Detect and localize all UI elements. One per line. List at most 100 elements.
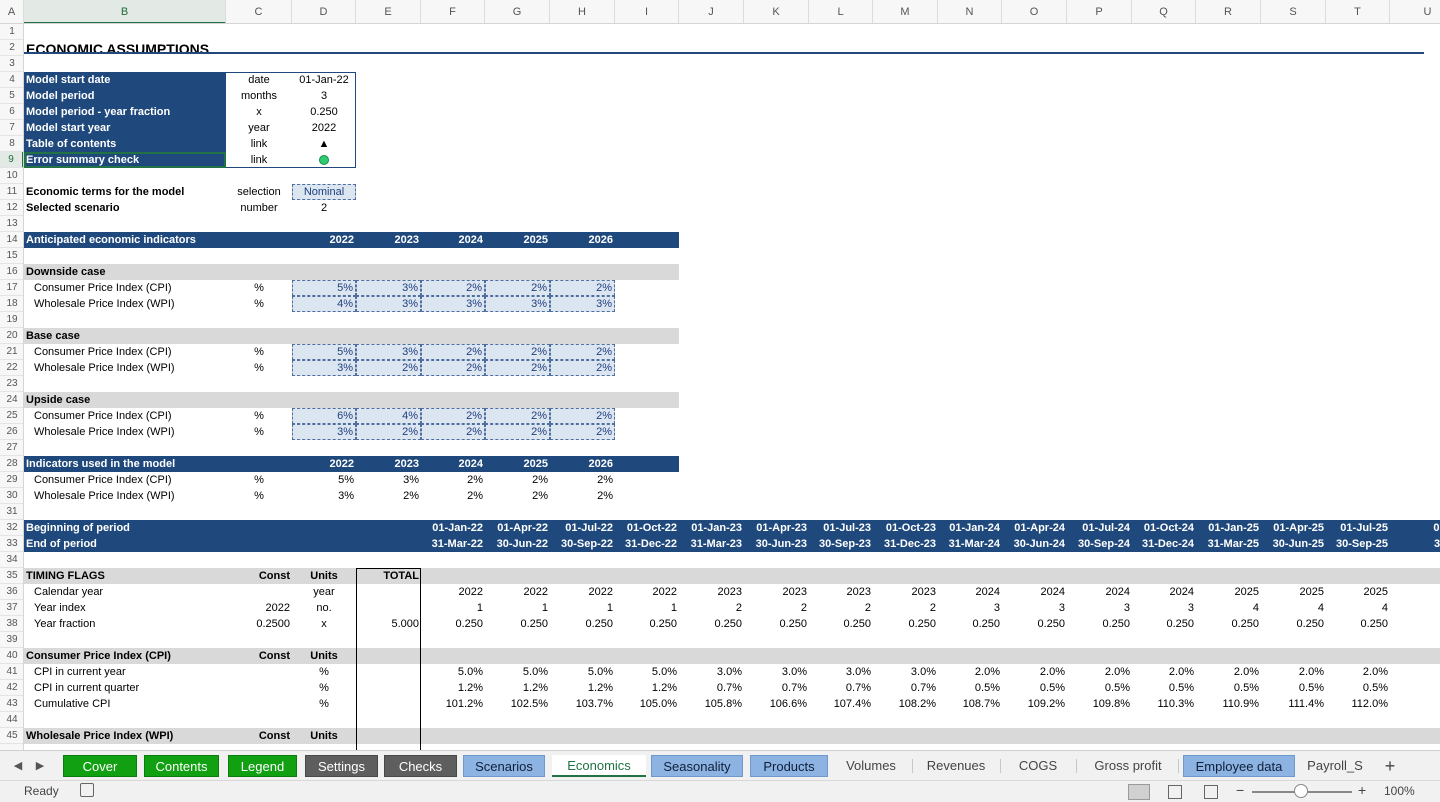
setting-value[interactable]: 01-Jan-22: [292, 72, 356, 88]
row-header-39[interactable]: 39: [0, 632, 23, 648]
row-header-8[interactable]: 8: [0, 136, 23, 152]
period-end-date[interactable]: 31-Dec-22: [615, 536, 679, 552]
row-header-18[interactable]: 18: [0, 296, 23, 312]
worksheet-grid[interactable]: ECONOMIC ASSUMPTIONS Model start date date…: [24, 24, 1440, 750]
year-header[interactable]: 2024: [421, 456, 485, 472]
sheet-tab-legend[interactable]: Legend: [228, 755, 297, 777]
period-end-date[interactable]: 30-Jun-22: [485, 536, 550, 552]
row-header-45[interactable]: 45: [0, 728, 23, 744]
cpi-value[interactable]: 0.5%: [1002, 680, 1067, 696]
indicator-label[interactable]: Consumer Price Index (CPI): [24, 344, 226, 360]
indicator-label[interactable]: Consumer Price Index (CPI): [24, 472, 226, 488]
column-header-a[interactable]: A: [0, 0, 24, 23]
year-header[interactable]: 2023: [356, 456, 421, 472]
row-header-19[interactable]: 19: [0, 312, 23, 328]
setting-value[interactable]: 2022: [292, 120, 356, 136]
cpi-value[interactable]: 0.7%: [744, 680, 809, 696]
row-header-32[interactable]: 32: [0, 520, 23, 536]
row-header-5[interactable]: 5: [0, 88, 23, 104]
timing-value[interactable]: 2024: [1132, 584, 1196, 600]
timing-label[interactable]: Year index: [24, 600, 226, 616]
indicator-unit[interactable]: %: [226, 488, 292, 504]
row-header-35[interactable]: 35: [0, 568, 23, 584]
cpi-value[interactable]: 0.7%: [679, 680, 744, 696]
year-header[interactable]: 2024: [421, 232, 485, 248]
row-header-24[interactable]: 24: [0, 392, 23, 408]
indicator-input[interactable]: 2%: [550, 280, 615, 296]
row-header-44[interactable]: 44: [0, 712, 23, 728]
column-header-d[interactable]: D: [292, 0, 356, 23]
indicator-value[interactable]: 2%: [356, 488, 421, 504]
period-end-date[interactable]: 30-Jun-24: [1002, 536, 1067, 552]
cpi-value[interactable]: 111.4%: [1261, 696, 1326, 712]
row-header-40[interactable]: 40: [0, 648, 23, 664]
zoom-in-icon[interactable]: +: [1358, 782, 1366, 798]
column-header-u[interactable]: U: [1390, 0, 1440, 23]
sheet-tab-payroll-s[interactable]: Payroll_S: [1298, 755, 1372, 777]
indicators-used-header[interactable]: Indicators used in the model: [24, 456, 226, 472]
cpi-value[interactable]: 0.5%: [1067, 680, 1132, 696]
indicator-input[interactable]: 2%: [485, 360, 550, 376]
period-end-date[interactable]: 30-Sep-25: [1326, 536, 1390, 552]
setting-unit[interactable]: x: [226, 104, 292, 120]
period-begin-date[interactable]: 01-Jul-25: [1326, 520, 1390, 536]
period-begin-date[interactable]: 01-Oct-24: [1132, 520, 1196, 536]
const-column-label[interactable]: Const: [226, 568, 292, 584]
indicator-input[interactable]: 2%: [550, 408, 615, 424]
column-header-h[interactable]: H: [550, 0, 615, 23]
timing-value[interactable]: 0.250: [421, 616, 485, 632]
period-begin-date[interactable]: 01-Oc: [1390, 520, 1440, 536]
timing-value[interactable]: 2022: [615, 584, 679, 600]
timing-value[interactable]: 0.250: [1132, 616, 1196, 632]
period-begin-date[interactable]: 01-Jul-22: [550, 520, 615, 536]
cpi-value[interactable]: 107.4%: [809, 696, 873, 712]
column-header-q[interactable]: Q: [1132, 0, 1196, 23]
period-end-date[interactable]: 31-Mar-22: [421, 536, 485, 552]
cpi-value[interactable]: 1.2%: [550, 680, 615, 696]
economic-terms-label[interactable]: Economic terms for the model: [24, 184, 226, 200]
cpi-value[interactable]: 102.5%: [485, 696, 550, 712]
units-column-label[interactable]: Units: [292, 568, 356, 584]
row-header-11[interactable]: 11: [0, 184, 23, 200]
period-begin-date[interactable]: 01-Oct-23: [873, 520, 938, 536]
units-column-label[interactable]: Units: [292, 648, 356, 664]
cpi-value[interactable]: 109.2%: [1002, 696, 1067, 712]
row-header-34[interactable]: 34: [0, 552, 23, 568]
cpi-value[interactable]: 2.0%: [1326, 664, 1390, 680]
timing-value[interactable]: 2025: [1326, 584, 1390, 600]
column-header-l[interactable]: L: [809, 0, 873, 23]
sheet-tab-volumes[interactable]: Volumes: [832, 755, 910, 777]
row-header-26[interactable]: 26: [0, 424, 23, 440]
indicator-input[interactable]: 3%: [550, 296, 615, 312]
indicator-unit[interactable]: %: [226, 280, 292, 296]
indicator-unit[interactable]: %: [226, 296, 292, 312]
timing-value[interactable]: 0.250: [873, 616, 938, 632]
indicator-label[interactable]: Consumer Price Index (CPI): [24, 280, 226, 296]
column-header-r[interactable]: R: [1196, 0, 1261, 23]
indicator-input[interactable]: 2%: [485, 408, 550, 424]
period-end-date[interactable]: 30-Sep-23: [809, 536, 873, 552]
timing-unit[interactable]: x: [292, 616, 356, 632]
period-begin-date[interactable]: 01-Jan-23: [679, 520, 744, 536]
row-header-21[interactable]: 21: [0, 344, 23, 360]
indicator-input[interactable]: 2%: [421, 344, 485, 360]
timing-value[interactable]: 1: [421, 600, 485, 616]
timing-value[interactable]: 0.250: [679, 616, 744, 632]
zoom-slider-thumb[interactable]: [1294, 784, 1308, 798]
indicator-value[interactable]: 3%: [356, 472, 421, 488]
indicator-input[interactable]: 2%: [485, 280, 550, 296]
anticipated-indicators-header[interactable]: Anticipated economic indicators: [24, 232, 226, 248]
column-header-j[interactable]: J: [679, 0, 744, 23]
year-header[interactable]: 2023: [356, 232, 421, 248]
row-header-15[interactable]: 15: [0, 248, 23, 264]
case-name[interactable]: Upside case: [24, 392, 226, 408]
cpi-block-header[interactable]: Consumer Price Index (CPI): [24, 648, 226, 664]
row-header-23[interactable]: 23: [0, 376, 23, 392]
row-header-22[interactable]: 22: [0, 360, 23, 376]
sheet-tab-contents[interactable]: Contents: [144, 755, 219, 777]
timing-value[interactable]: 0.250: [809, 616, 873, 632]
timing-value[interactable]: 0.250: [1002, 616, 1067, 632]
year-header[interactable]: 2022: [292, 456, 356, 472]
selected-scenario-label[interactable]: Selected scenario: [24, 200, 226, 216]
sheet-tab-cogs[interactable]: COGS: [1002, 755, 1074, 777]
